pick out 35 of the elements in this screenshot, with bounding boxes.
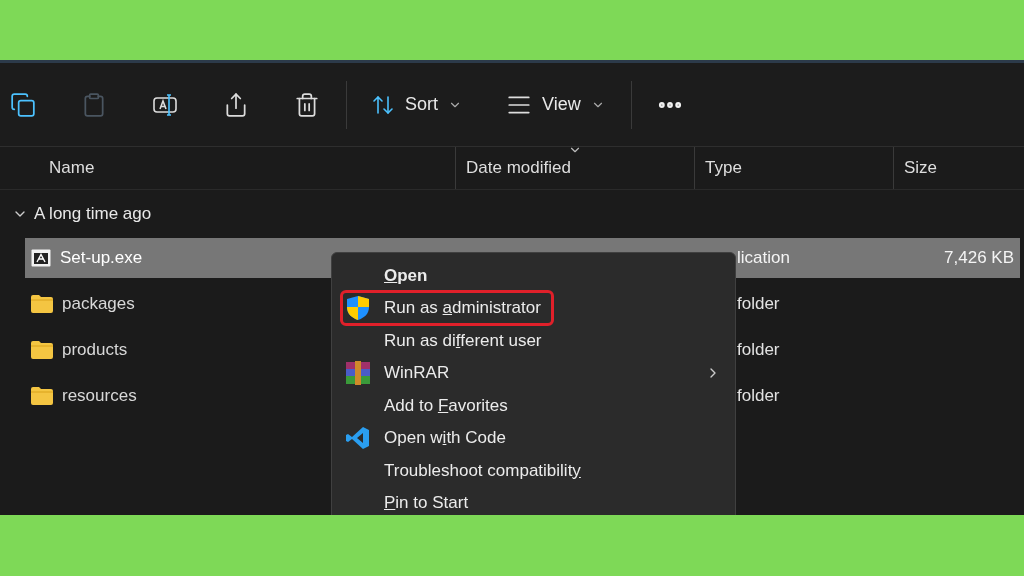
file-type: folder [737,386,780,406]
folder-icon [31,295,53,313]
file-name[interactable]: packages [62,291,135,317]
menu-item[interactable]: Open [384,259,735,292]
menu-item[interactable]: Run as different user [384,324,735,357]
delete-icon[interactable] [294,91,320,118]
app-icon [31,249,51,267]
sort-button[interactable]: Sort [369,91,464,118]
column-header[interactable]: Name [0,147,455,189]
menu-item[interactable]: Run as administrator [384,291,735,324]
copy-icon[interactable] [10,91,36,118]
file-type: folder [737,340,780,360]
archive-books-icon [346,360,370,385]
folder-icon [31,387,53,405]
view-button[interactable]: View [504,91,607,118]
rename-icon[interactable] [152,91,178,118]
file-name[interactable]: Set-up.exe [60,245,143,271]
column-header[interactable]: Size [893,147,1024,189]
code-editor-icon [346,425,370,450]
menu-item[interactable]: Add to Favorites [384,389,735,422]
file-name[interactable]: resources [62,383,137,409]
column-header[interactable]: Date modified [455,147,694,189]
column-header[interactable]: Type [694,147,893,189]
menu-item[interactable]: Open with Code [384,421,735,454]
file-size: 7,426 KB [944,247,1014,270]
group-header: A long time ago [34,203,152,226]
shield-icon [346,294,370,321]
share-icon[interactable] [223,91,249,118]
file-type: folder [737,294,780,314]
menu-item[interactable]: Troubleshoot compatibility [384,454,735,487]
menu-item[interactable]: WinRAR [384,356,735,389]
menu-item[interactable]: Pin to Start [384,486,735,515]
file-name[interactable]: products [62,337,128,363]
file-type: lication [737,248,790,268]
folder-icon [31,341,53,359]
